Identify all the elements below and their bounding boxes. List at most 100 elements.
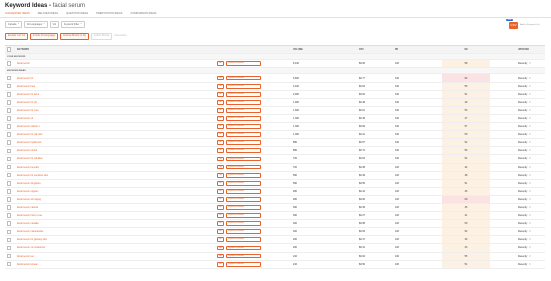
row-keyword[interactable]: facial serum organic <box>17 188 38 195</box>
table-row[interactable]: facial serum vitamin c PA Keyword Overview… <box>5 123 545 132</box>
table-row[interactable]: facial serum for sensitive skin PA Keyword… <box>5 171 545 180</box>
export-button[interactable]: CSV <box>509 22 518 29</box>
row-keyword[interactable]: facial serum anti aging <box>17 196 41 203</box>
row-checkbox[interactable] <box>7 75 11 81</box>
row-checkbox[interactable] <box>7 213 11 218</box>
table-row[interactable]: facial serum organic PA Keyword Overview 48… <box>5 187 545 196</box>
row-checkbox[interactable] <box>7 116 11 121</box>
table-row[interactable]: facial serum korean PA Keyword Overview 210… <box>5 260 545 269</box>
pa-button[interactable]: PA <box>217 132 224 138</box>
refresh-icon[interactable]: ⟳ <box>529 198 531 201</box>
refresh-icon[interactable]: ⟳ <box>529 62 531 65</box>
volume-filter[interactable]: Vol <box>49 21 59 28</box>
table-row[interactable]: facial serum for men PA Keyword Overview 1,… <box>5 106 545 115</box>
pa-button[interactable]: PA <box>217 99 224 105</box>
table-row[interactable]: facial serum for oily skin PA Keyword Over… <box>5 131 545 140</box>
table-row[interactable]: facial serum for dry PA Keyword Overview 1,… <box>5 98 545 107</box>
keyword-overview-button[interactable]: Keyword Overview <box>225 172 261 178</box>
refresh-icon[interactable]: ⟳ <box>529 157 531 160</box>
refresh-icon[interactable]: ⟳ <box>529 166 531 169</box>
language-select[interactable]: All Languages ▾ <box>23 21 48 28</box>
refresh-icon[interactable]: ⟳ <box>529 149 531 152</box>
tab-comparison-ideas[interactable]: COMPARISON IDEAS <box>130 12 156 15</box>
keyword-overview-button[interactable]: Keyword Overview <box>225 229 261 235</box>
tab-related-ideas[interactable]: RELATED IDEAS <box>38 12 58 15</box>
keyword-overview-button[interactable]: Keyword Overview <box>225 245 261 251</box>
row-checkbox[interactable] <box>7 172 11 178</box>
table-row[interactable]: facial serum drugstore PA Keyword Overview… <box>5 179 545 188</box>
exclude-low-vol-button[interactable]: Exclude Low Vol <box>5 33 28 40</box>
row-checkbox[interactable] <box>7 229 11 235</box>
row-keyword[interactable]: facial serum set <box>17 253 34 260</box>
row-checkbox[interactable] <box>7 221 11 226</box>
pa-button[interactable]: PA <box>217 205 224 210</box>
table-row[interactable]: facial serum for PA Keyword Overview 6,600 $… <box>5 74 545 83</box>
keyword-overview-button[interactable]: Keyword Overview <box>225 140 261 146</box>
row-keyword[interactable]: facial serum oil <box>17 115 33 122</box>
keyword-overview-button[interactable]: Keyword Overview <box>225 75 261 81</box>
pa-button[interactable]: PA <box>217 91 224 97</box>
pa-button[interactable]: PA <box>217 180 224 186</box>
table-row[interactable]: facial serum hyaluronic PA Keyword Overvie… <box>5 139 545 148</box>
col-updated[interactable]: UPDATED <box>518 46 529 53</box>
refresh-icon[interactable]: ⟳ <box>529 255 531 258</box>
keyword-overview-button[interactable]: Keyword Overview <box>225 213 261 218</box>
row-checkbox[interactable] <box>7 100 11 105</box>
row-keyword[interactable]: facial serum for glowing skin <box>17 236 47 243</box>
row-keyword[interactable]: facial serum for <box>17 74 33 81</box>
refresh-icon[interactable]: ⟳ <box>529 85 531 88</box>
select-all-checkbox[interactable] <box>7 47 11 52</box>
pa-button[interactable]: PA <box>217 261 224 267</box>
refresh-icon[interactable]: ⟳ <box>529 133 531 136</box>
keyword-filter-select[interactable]: Keyword Filter ▾ <box>60 21 85 28</box>
table-row[interactable]: facial serum for acne PA Keyword Overview 2… <box>5 90 545 99</box>
refresh-icon[interactable]: ⟳ <box>529 190 531 193</box>
refresh-icon[interactable]: ⟳ <box>529 77 531 80</box>
refresh-icon[interactable]: ⟳ <box>529 238 531 241</box>
row-checkbox[interactable] <box>7 180 11 186</box>
keyword-overview-button[interactable]: Keyword Overview <box>225 99 261 105</box>
pa-button[interactable]: PA <box>217 188 224 194</box>
keyword-overview-button[interactable]: Keyword Overview <box>225 116 261 121</box>
col-keyword[interactable]: KEYWORD <box>17 46 29 53</box>
keyword-overview-button[interactable]: Keyword Overview <box>225 205 261 210</box>
row-keyword[interactable]: facial serum natural <box>17 204 38 211</box>
pa-button[interactable]: PA <box>217 245 224 251</box>
refresh-icon[interactable]: ⟳ <box>529 117 531 120</box>
pa-button[interactable]: PA <box>217 253 224 259</box>
pa-button[interactable]: PA <box>217 213 224 218</box>
refresh-icon[interactable]: ⟳ <box>529 206 531 209</box>
col-volume[interactable]: VOLUME <box>293 46 303 53</box>
include-languages-button[interactable]: Include All Languages <box>29 33 59 40</box>
table-row[interactable]: facial serum natural PA Keyword Overview 39… <box>5 203 545 213</box>
seed-keyword[interactable]: facial serum <box>17 60 30 67</box>
row-keyword[interactable]: facial serum drugstore <box>17 180 41 187</box>
keyword-overview-button[interactable]: Keyword Overview <box>225 180 261 186</box>
pa-button[interactable]: PA <box>217 156 224 162</box>
tab-preposition-ideas[interactable]: PREPOSITION IDEAS <box>96 12 122 15</box>
row-checkbox[interactable] <box>7 205 11 210</box>
row-checkbox[interactable] <box>7 261 11 267</box>
col-cpc[interactable]: CPC <box>359 46 364 53</box>
keyword-overview-button[interactable]: Keyword Overview <box>225 261 261 267</box>
pa-button[interactable]: PA <box>217 61 224 67</box>
table-row[interactable]: facial serum anti aging PA Keyword Overvie… <box>5 195 545 204</box>
row-checkbox[interactable] <box>7 253 11 259</box>
row-checkbox[interactable] <box>7 140 11 146</box>
clear-filters-link[interactable]: Clear Filters <box>114 35 126 37</box>
table-row[interactable]: facial serum vs moisturizer PA Keyword Ove… <box>5 244 545 253</box>
row-checkbox[interactable] <box>7 164 11 170</box>
refresh-icon[interactable]: ⟳ <box>529 222 531 225</box>
tab-question-ideas[interactable]: QUESTION IDEAS <box>66 12 88 15</box>
row-keyword[interactable]: facial serum vs moisturizer <box>17 244 45 251</box>
refresh-icon[interactable]: ⟳ <box>529 214 531 217</box>
row-keyword[interactable]: facial serum retinol <box>17 147 37 154</box>
refresh-icon[interactable]: ⟳ <box>529 125 531 128</box>
pa-button[interactable]: PA <box>217 148 224 154</box>
pa-button[interactable]: PA <box>217 221 224 227</box>
refresh-icon[interactable]: ⟳ <box>529 141 531 144</box>
refresh-icon[interactable]: ⟳ <box>529 182 531 185</box>
row-keyword[interactable]: facial serum best <box>17 83 35 90</box>
row-checkbox[interactable] <box>7 124 11 129</box>
keyword-overview-button[interactable]: Keyword Overview <box>225 197 261 202</box>
